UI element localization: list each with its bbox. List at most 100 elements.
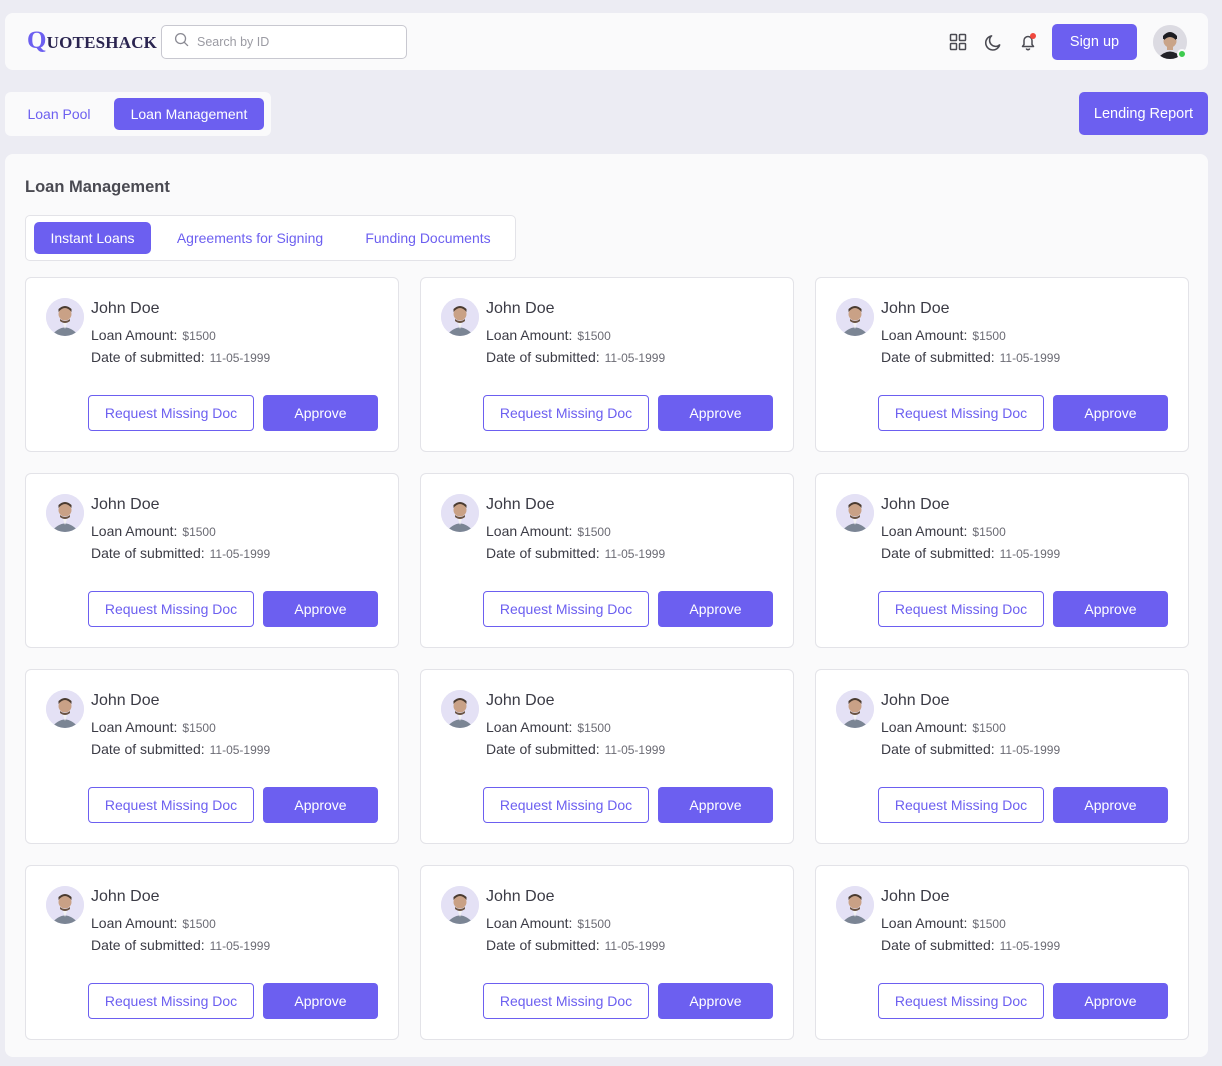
loan-card: John Doe Loan Amount: $1500 Date of submi…: [815, 277, 1189, 452]
loan-amount-value: $1500: [577, 721, 611, 735]
date-submitted-row: Date of submitted: 11-05-1999: [91, 741, 270, 757]
sign-up-button[interactable]: Sign up: [1052, 24, 1137, 60]
request-missing-doc-button[interactable]: Request Missing Doc: [483, 395, 649, 431]
approve-button[interactable]: Approve: [263, 395, 378, 431]
applicant-avatar: [836, 690, 874, 728]
loan-amount-label: Loan Amount:: [91, 327, 178, 343]
loan-card: John Doe Loan Amount: $1500 Date of submi…: [420, 669, 794, 844]
approve-button[interactable]: Approve: [1053, 787, 1168, 823]
tab-agreements-for-signing[interactable]: Agreements for Signing: [165, 222, 335, 254]
request-missing-doc-button[interactable]: Request Missing Doc: [88, 983, 254, 1019]
panel-title: Loan Management: [25, 178, 170, 196]
applicant-avatar: [441, 298, 479, 336]
online-status-dot: [1177, 49, 1187, 59]
request-missing-doc-button[interactable]: Request Missing Doc: [88, 787, 254, 823]
applicant-name: John Doe: [881, 496, 950, 513]
loan-card: John Doe Loan Amount: $1500 Date of submi…: [25, 277, 399, 452]
loan-amount-value: $1500: [182, 329, 216, 343]
request-missing-doc-button[interactable]: Request Missing Doc: [878, 395, 1044, 431]
loan-amount-value: $1500: [972, 525, 1006, 539]
date-submitted-row: Date of submitted: 11-05-1999: [881, 349, 1060, 365]
moon-icon[interactable]: [982, 31, 1004, 53]
main-tabs: Loan Pool Loan Management: [5, 92, 271, 136]
date-submitted-value: 11-05-1999: [604, 939, 666, 953]
approve-button[interactable]: Approve: [658, 591, 773, 627]
loan-amount-value: $1500: [577, 917, 611, 931]
request-missing-doc-button[interactable]: Request Missing Doc: [878, 787, 1044, 823]
approve-button[interactable]: Approve: [658, 983, 773, 1019]
date-submitted-row: Date of submitted: 11-05-1999: [486, 741, 665, 757]
date-submitted-label: Date of submitted:: [91, 741, 205, 757]
approve-button[interactable]: Approve: [658, 395, 773, 431]
applicant-avatar: [836, 886, 874, 924]
date-submitted-row: Date of submitted: 11-05-1999: [881, 545, 1060, 561]
date-submitted-row: Date of submitted: 11-05-1999: [881, 937, 1060, 953]
applicant-name: John Doe: [486, 888, 555, 905]
loan-amount-value: $1500: [972, 329, 1006, 343]
lending-report-button[interactable]: Lending Report: [1079, 92, 1208, 135]
applicant-avatar: [46, 298, 84, 336]
applicant-avatar: [441, 886, 479, 924]
request-missing-doc-button[interactable]: Request Missing Doc: [88, 395, 254, 431]
date-submitted-value: 11-05-1999: [999, 743, 1061, 757]
approve-button[interactable]: Approve: [1053, 395, 1168, 431]
loan-amount-row: Loan Amount: $1500: [881, 523, 1006, 539]
date-submitted-label: Date of submitted:: [91, 937, 205, 953]
date-submitted-label: Date of submitted:: [881, 937, 995, 953]
request-missing-doc-button[interactable]: Request Missing Doc: [483, 591, 649, 627]
loan-amount-value: $1500: [972, 721, 1006, 735]
date-submitted-value: 11-05-1999: [604, 351, 666, 365]
date-submitted-label: Date of submitted:: [486, 937, 600, 953]
loan-amount-row: Loan Amount: $1500: [486, 327, 611, 343]
search-box[interactable]: [161, 25, 407, 59]
applicant-avatar: [46, 690, 84, 728]
applicant-name: John Doe: [881, 888, 950, 905]
date-submitted-label: Date of submitted:: [486, 349, 600, 365]
request-missing-doc-button[interactable]: Request Missing Doc: [878, 983, 1044, 1019]
loan-amount-row: Loan Amount: $1500: [881, 915, 1006, 931]
date-submitted-value: 11-05-1999: [604, 743, 666, 757]
loan-card: John Doe Loan Amount: $1500 Date of submi…: [815, 669, 1189, 844]
request-missing-doc-button[interactable]: Request Missing Doc: [88, 591, 254, 627]
tab-instant-loans[interactable]: Instant Loans: [34, 222, 151, 254]
tab-funding-documents[interactable]: Funding Documents: [352, 222, 504, 254]
loan-amount-value: $1500: [182, 917, 216, 931]
bell-icon[interactable]: [1017, 31, 1039, 53]
tab-loan-pool[interactable]: Loan Pool: [13, 98, 105, 130]
loan-card: John Doe Loan Amount: $1500 Date of submi…: [25, 865, 399, 1040]
applicant-name: John Doe: [91, 692, 160, 709]
request-missing-doc-button[interactable]: Request Missing Doc: [483, 983, 649, 1019]
approve-button[interactable]: Approve: [263, 591, 378, 627]
applicant-avatar: [441, 690, 479, 728]
approve-button[interactable]: Approve: [658, 787, 773, 823]
applicant-name: John Doe: [486, 692, 555, 709]
logo[interactable]: QUOTESHACK: [27, 27, 157, 55]
approve-button[interactable]: Approve: [263, 983, 378, 1019]
date-submitted-label: Date of submitted:: [486, 545, 600, 561]
loan-amount-row: Loan Amount: $1500: [486, 719, 611, 735]
approve-button[interactable]: Approve: [263, 787, 378, 823]
date-submitted-label: Date of submitted:: [91, 349, 205, 365]
request-missing-doc-button[interactable]: Request Missing Doc: [878, 591, 1044, 627]
approve-button[interactable]: Approve: [1053, 591, 1168, 627]
loan-amount-row: Loan Amount: $1500: [486, 915, 611, 931]
date-submitted-row: Date of submitted: 11-05-1999: [91, 937, 270, 953]
loan-amount-value: $1500: [182, 721, 216, 735]
grid-icon[interactable]: [947, 31, 969, 53]
loan-amount-label: Loan Amount:: [881, 915, 968, 931]
search-input[interactable]: [197, 35, 397, 49]
loan-amount-label: Loan Amount:: [91, 719, 178, 735]
tab-loan-management[interactable]: Loan Management: [114, 98, 264, 130]
loan-amount-row: Loan Amount: $1500: [91, 327, 216, 343]
date-submitted-value: 11-05-1999: [999, 547, 1061, 561]
applicant-name: John Doe: [91, 300, 160, 317]
date-submitted-value: 11-05-1999: [999, 351, 1061, 365]
loan-amount-value: $1500: [182, 525, 216, 539]
loan-amount-value: $1500: [577, 329, 611, 343]
loan-amount-row: Loan Amount: $1500: [91, 523, 216, 539]
loan-amount-value: $1500: [972, 917, 1006, 931]
date-submitted-label: Date of submitted:: [486, 741, 600, 757]
approve-button[interactable]: Approve: [1053, 983, 1168, 1019]
applicant-avatar: [836, 494, 874, 532]
request-missing-doc-button[interactable]: Request Missing Doc: [483, 787, 649, 823]
